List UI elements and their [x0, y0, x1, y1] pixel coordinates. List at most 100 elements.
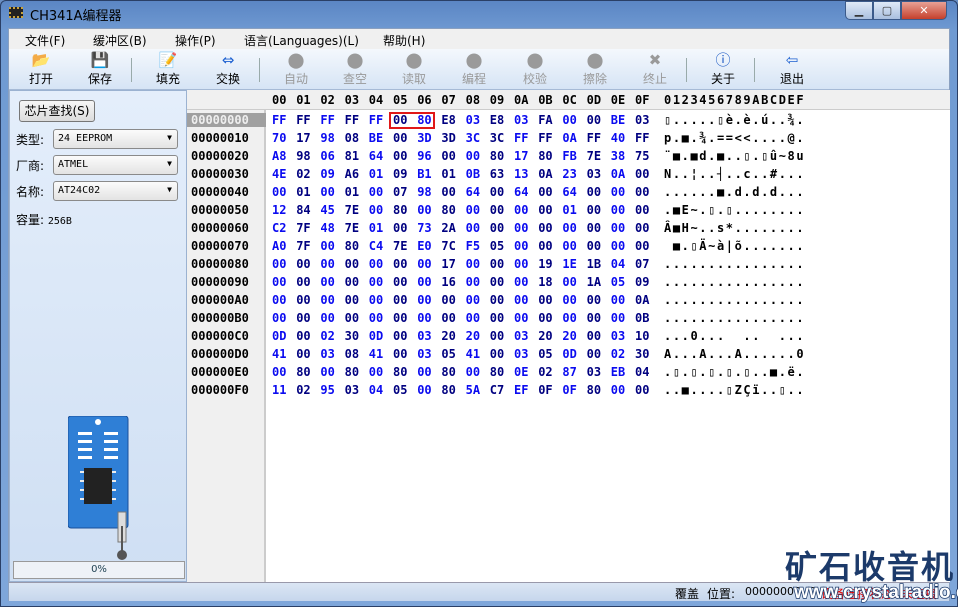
hex-editor[interactable]: 00 01 02 03 04 05 06 07 08 09 0A 0B 0C 0D 0E 0F 01234567…: [187, 90, 950, 582]
hex-byte[interactable]: 03: [345, 383, 359, 397]
hex-byte[interactable]: 20: [441, 329, 455, 343]
hex-byte[interactable]: 41: [369, 347, 383, 361]
hex-byte[interactable]: 16: [441, 275, 455, 289]
type-select[interactable]: 24 EEPROM ▼: [53, 129, 178, 149]
hex-byte[interactable]: 00: [490, 293, 504, 307]
hex-byte[interactable]: 98: [320, 131, 334, 145]
title-bar[interactable]: CH341A编程器 ▁ ▢ ✕: [1, 1, 957, 27]
hex-byte[interactable]: 00: [562, 311, 576, 325]
hex-byte[interactable]: 3D: [441, 131, 455, 145]
hex-byte[interactable]: 41: [466, 347, 480, 361]
hex-byte[interactable]: FF: [635, 131, 649, 145]
hex-byte[interactable]: BE: [369, 131, 383, 145]
hex-byte[interactable]: 00: [514, 293, 528, 307]
hex-byte[interactable]: 80: [490, 149, 504, 163]
hex-byte[interactable]: 00: [345, 257, 359, 271]
hex-byte[interactable]: 00: [562, 221, 576, 235]
hex-byte[interactable]: 09: [320, 167, 334, 181]
hex-byte[interactable]: 73: [417, 221, 431, 235]
hex-byte[interactable]: 3D: [417, 131, 431, 145]
hex-byte[interactable]: 4E: [272, 167, 286, 181]
menu-buffer[interactable]: 缓冲区(B): [93, 30, 147, 51]
hex-byte[interactable]: C4: [369, 239, 383, 253]
hex-byte[interactable]: 5A: [466, 383, 480, 397]
hex-byte[interactable]: 18: [538, 275, 552, 289]
hex-byte[interactable]: 00: [635, 221, 649, 235]
hex-byte[interactable]: 00: [611, 293, 625, 307]
hex-byte[interactable]: 05: [611, 275, 625, 289]
hex-byte[interactable]: 02: [320, 329, 334, 343]
toolbar-button-edit-fill[interactable]: 📝 填充: [140, 51, 196, 87]
hex-byte[interactable]: 00: [320, 239, 334, 253]
hex-row[interactable]: 000000D0 41 00 03 08 41 00 03 05 41 00 03 05 0D 00 02 30…: [187, 346, 950, 364]
hex-byte[interactable]: 00: [587, 347, 601, 361]
hex-byte[interactable]: 00: [587, 293, 601, 307]
hex-byte[interactable]: 41: [272, 347, 286, 361]
hex-byte[interactable]: 03: [417, 347, 431, 361]
hex-byte[interactable]: 00: [393, 329, 407, 343]
hex-byte[interactable]: 00: [296, 347, 310, 361]
hex-byte[interactable]: 0A: [635, 293, 649, 307]
hex-byte[interactable]: FF: [320, 113, 334, 127]
hex-byte[interactable]: 63: [490, 167, 504, 181]
hex-byte[interactable]: 0B: [635, 311, 649, 325]
chip-find-button[interactable]: 芯片查找(S): [19, 100, 95, 122]
hex-byte[interactable]: 38: [611, 149, 625, 163]
hex-byte[interactable]: 04: [635, 365, 649, 379]
hex-byte[interactable]: 00: [417, 293, 431, 307]
hex-byte[interactable]: 05: [490, 239, 504, 253]
hex-byte[interactable]: EF: [514, 383, 528, 397]
hex-byte[interactable]: 00: [345, 293, 359, 307]
hex-byte[interactable]: FF: [514, 131, 528, 145]
hex-byte[interactable]: 00: [562, 113, 576, 127]
hex-byte[interactable]: 00: [369, 293, 383, 307]
hex-byte[interactable]: 00: [272, 275, 286, 289]
hex-byte[interactable]: 80: [587, 383, 601, 397]
hex-byte[interactable]: 70: [272, 131, 286, 145]
menu-help[interactable]: 帮助(H): [383, 30, 425, 51]
hex-byte[interactable]: 00: [538, 221, 552, 235]
hex-byte[interactable]: 00: [611, 185, 625, 199]
hex-byte[interactable]: 80: [441, 203, 455, 217]
name-select[interactable]: AT24C02 ▼: [53, 181, 178, 201]
hex-byte[interactable]: 3C: [490, 131, 504, 145]
hex-row[interactable]: 00000040 00 01 00 01 00 07 98 00 64 00 64 00 64 00 00 00…: [187, 184, 950, 202]
hex-byte[interactable]: 00: [514, 239, 528, 253]
hex-byte[interactable]: 80: [441, 365, 455, 379]
hex-byte[interactable]: 08: [345, 131, 359, 145]
hex-byte[interactable]: 03: [514, 329, 528, 343]
hex-byte[interactable]: 04: [611, 257, 625, 271]
hex-byte[interactable]: 20: [538, 329, 552, 343]
hex-byte[interactable]: 2A: [441, 221, 455, 235]
hex-row[interactable]: 000000C0 0D 00 02 30 0D 00 03 20 20 00 03 20 20 00 03 10…: [187, 328, 950, 346]
hex-byte[interactable]: 11: [272, 383, 286, 397]
hex-byte[interactable]: 03: [587, 167, 601, 181]
hex-byte[interactable]: 03: [611, 329, 625, 343]
hex-byte[interactable]: 64: [466, 185, 480, 199]
hex-byte[interactable]: 05: [441, 347, 455, 361]
hex-row[interactable]: 00000090 00 00 00 00 00 00 00 16 00 00 00 18 00 1A 05 09…: [187, 274, 950, 292]
hex-row[interactable]: 00000060 C2 7F 48 7E 01 00 73 2A 00 00 00 00 00 00 00 00…: [187, 220, 950, 238]
hex-byte[interactable]: 00: [441, 185, 455, 199]
hex-byte[interactable]: 7E: [587, 149, 601, 163]
hex-byte[interactable]: 00: [514, 275, 528, 289]
hex-byte[interactable]: 05: [538, 347, 552, 361]
hex-byte[interactable]: 00: [369, 185, 383, 199]
hex-byte[interactable]: 0D: [562, 347, 576, 361]
hex-byte[interactable]: 00: [296, 311, 310, 325]
hex-row[interactable]: 000000F0 11 02 95 03 04 05 00 80 5A C7 EF 0F 0F 80 00 00…: [187, 382, 950, 400]
hex-byte[interactable]: E8: [490, 113, 504, 127]
hex-byte[interactable]: 00: [296, 329, 310, 343]
hex-byte[interactable]: 0A: [611, 167, 625, 181]
hex-byte[interactable]: 0D: [272, 329, 286, 343]
hex-byte[interactable]: 00: [296, 293, 310, 307]
hex-byte[interactable]: 20: [562, 329, 576, 343]
menu-file[interactable]: 文件(F): [25, 30, 65, 51]
hex-byte[interactable]: 81: [345, 149, 359, 163]
hex-byte[interactable]: 00: [538, 239, 552, 253]
hex-byte[interactable]: FF: [538, 131, 552, 145]
hex-byte[interactable]: 00: [611, 311, 625, 325]
hex-byte[interactable]: 80: [393, 203, 407, 217]
hex-byte[interactable]: 00: [417, 365, 431, 379]
hex-byte[interactable]: 01: [345, 185, 359, 199]
